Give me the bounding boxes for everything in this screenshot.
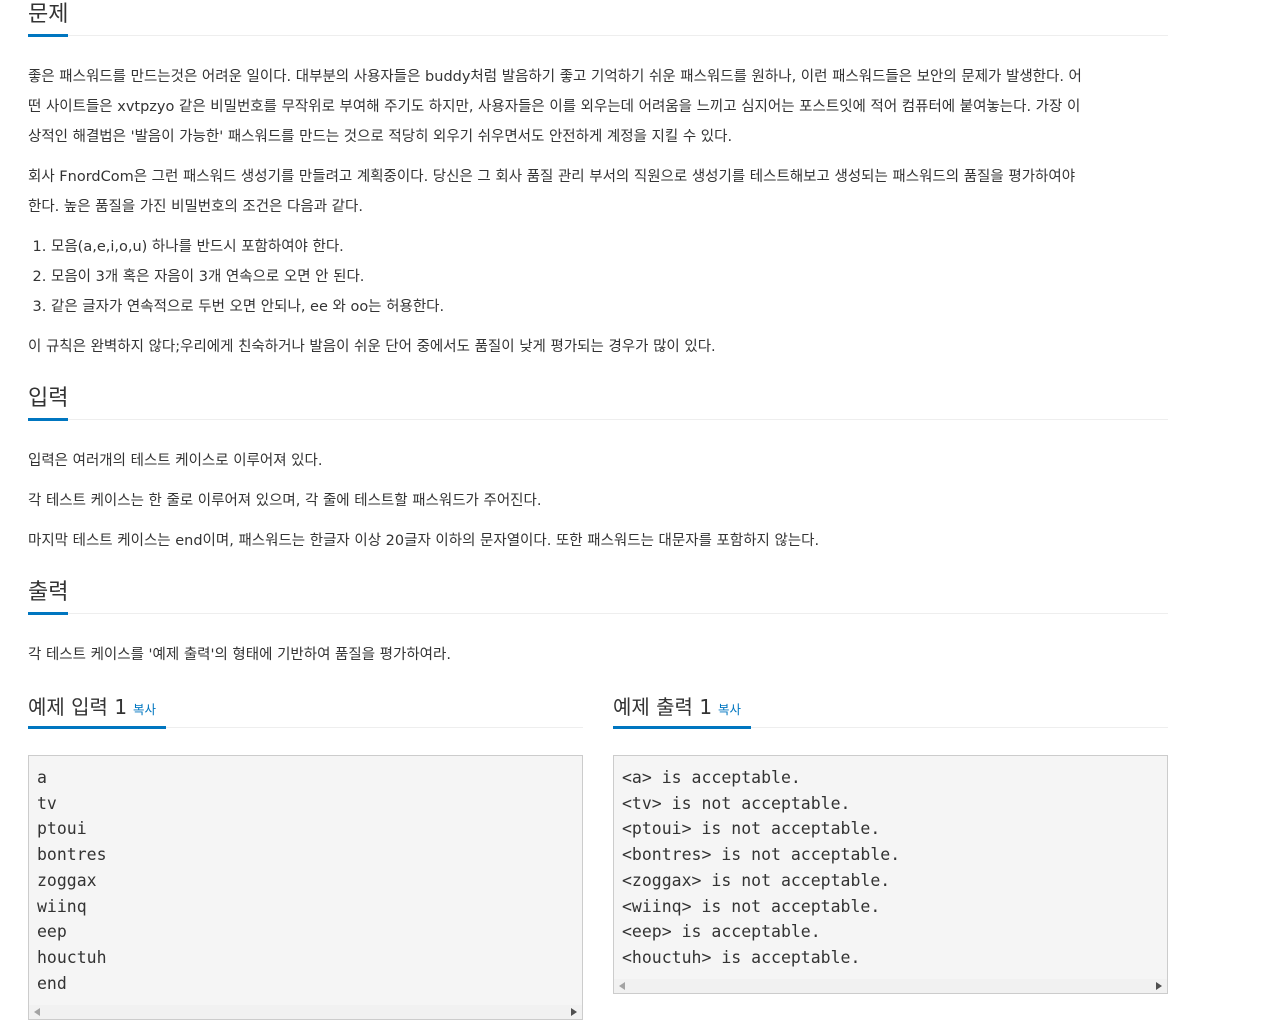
sample-output-box: <a> is acceptable. <tv> is not acceptabl… — [613, 755, 1168, 994]
header-divider — [28, 419, 1168, 420]
problem-p2-line2: 한다. 높은 품질을 가진 비밀번호의 조건은 다음과 같다. — [28, 199, 363, 215]
problem-p1-line1: 좋은 패스워드를 만드는것은 어려운 일이다. 대부분의 사용자들은 buddy… — [28, 69, 1082, 85]
heading-underline — [613, 726, 751, 729]
scroll-left-arrow-icon[interactable] — [34, 1008, 40, 1016]
output-paragraph-1: 각 테스트 케이스를 '예제 출력'의 형태에 기반하여 품질을 평가하여라. — [28, 647, 451, 663]
input-paragraph-2: 각 테스트 케이스는 한 줄로 이루어져 있으며, 각 줄에 테스트할 패스워드… — [28, 493, 542, 509]
header-divider — [28, 613, 1168, 614]
sample-input-title-wrap: 예제 입력 1 복사 — [28, 692, 156, 729]
scroll-right-arrow-icon[interactable] — [1156, 982, 1162, 990]
sample-output-title: 예제 출력 1 — [613, 695, 713, 719]
sample-input-content: a tv ptoui bontres zoggax wiinq eep houc… — [37, 768, 107, 993]
copy-sample-input-button[interactable]: 복사 — [133, 702, 156, 717]
input-description: 입력은 여러개의 테스트 케이스로 이루어져 있다. 각 테스트 케이스는 한 … — [28, 446, 1178, 556]
rules-list: 모음(a,e,i,o,u) 하나를 반드시 포함하여야 한다. 모음이 3개 혹… — [28, 232, 1178, 322]
problem-paragraph-2: 회사 FnordCom은 그런 패스워드 생성기를 만들려고 계획중이다. 당신… — [28, 162, 1178, 222]
sample-output-content: <a> is acceptable. <tv> is not acceptabl… — [622, 768, 901, 967]
rule-item: 모음이 3개 혹은 자음이 3개 연속으로 오면 안 된다. — [51, 262, 1178, 292]
heading-underline — [28, 612, 68, 615]
problem-section-header: 문제 — [28, 0, 1168, 37]
problem-p1-line3: 상적인 해결법은 '발음이 가능한' 패스워드를 만드는 것으로 적당히 외우기… — [28, 129, 733, 145]
heading-underline — [28, 418, 68, 421]
output-section-header: 출력 — [28, 578, 1168, 615]
copy-sample-output-button[interactable]: 복사 — [718, 702, 741, 717]
horizontal-scrollbar[interactable] — [614, 979, 1167, 993]
scroll-left-arrow-icon[interactable] — [619, 982, 625, 990]
problem-p2-line1: 회사 FnordCom은 그런 패스워드 생성기를 만들려고 계획중이다. 당신… — [28, 169, 1076, 185]
sample-input-title: 예제 입력 1 — [28, 695, 128, 719]
input-paragraph-3: 마지막 테스트 케이스는 end이며, 패스워드는 한글자 이상 20글자 이하… — [28, 533, 820, 549]
header-divider — [28, 35, 1168, 36]
problem-heading: 문제 — [28, 2, 69, 27]
input-heading: 입력 — [28, 386, 69, 411]
horizontal-scrollbar[interactable] — [29, 1005, 582, 1019]
output-description: 각 테스트 케이스를 '예제 출력'의 형태에 기반하여 품질을 평가하여라. — [28, 640, 1178, 670]
problem-paragraph-1: 좋은 패스워드를 만드는것은 어려운 일이다. 대부분의 사용자들은 buddy… — [28, 62, 1178, 152]
sample-output-header: 예제 출력 1 복사 — [613, 692, 1168, 729]
scroll-right-arrow-icon[interactable] — [571, 1008, 577, 1016]
input-paragraph-1: 입력은 여러개의 테스트 케이스로 이루어져 있다. — [28, 453, 323, 469]
sample-output-title-wrap: 예제 출력 1 복사 — [613, 692, 741, 729]
heading-underline — [28, 726, 166, 729]
sample-input-header: 예제 입력 1 복사 — [28, 692, 583, 729]
problem-p1-line2: 떤 사이트들은 xvtpzyo 같은 비밀번호를 무작위로 부여해 주기도 하지… — [28, 99, 1081, 115]
sample-input-box: a tv ptoui bontres zoggax wiinq eep houc… — [28, 755, 583, 1020]
problem-description: 좋은 패스워드를 만드는것은 어려운 일이다. 대부분의 사용자들은 buddy… — [28, 62, 1178, 362]
input-section-header: 입력 — [28, 384, 1168, 421]
rule-item: 같은 글자가 연속적으로 두번 오면 안되나, ee 와 oo는 허용한다. — [51, 292, 1178, 322]
output-heading: 출력 — [28, 580, 69, 605]
problem-paragraph-3: 이 규칙은 완벽하지 않다;우리에게 친숙하거나 발음이 쉬운 단어 중에서도 … — [28, 339, 716, 355]
rule-item: 모음(a,e,i,o,u) 하나를 반드시 포함하여야 한다. — [51, 232, 1178, 262]
heading-underline — [28, 34, 68, 37]
